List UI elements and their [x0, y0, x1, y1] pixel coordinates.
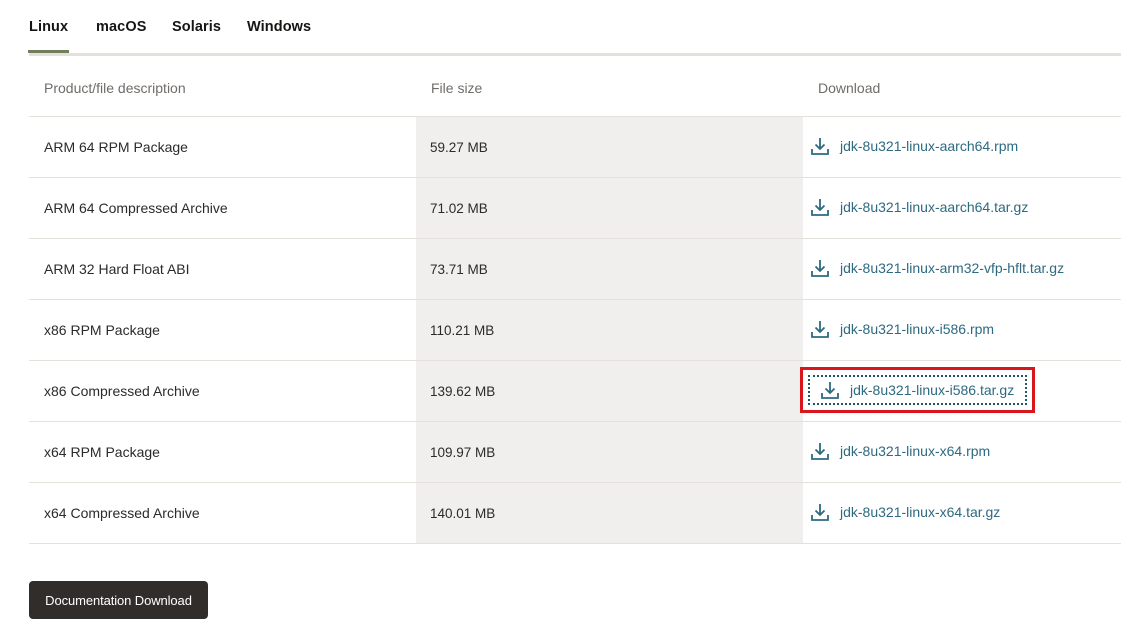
row-file-size: 59.27 MB [416, 116, 803, 178]
download-icon [811, 260, 829, 277]
header-download: Download [818, 79, 881, 96]
row-description: ARM 64 Compressed Archive [29, 177, 416, 239]
row-download-cell: jdk-8u321-linux-aarch64.tar.gz [803, 177, 1121, 239]
row-file-size: 140.01 MB [416, 482, 803, 544]
row-file-size: 109.97 MB [416, 421, 803, 483]
row-download-cell: jdk-8u321-linux-aarch64.rpm [803, 116, 1121, 178]
row-file-size: 139.62 MB [416, 360, 803, 422]
table-row: ARM 64 Compressed Archive 71.02 MB jdk-8… [29, 177, 1121, 239]
table-header-row: Product/file description File size Downl… [29, 59, 1121, 117]
table-row: x64 Compressed Archive 140.01 MB jdk-8u3… [29, 482, 1121, 544]
downloads-table: Product/file description File size Downl… [29, 59, 1121, 544]
downloads-table-container: Product/file description File size Downl… [29, 59, 1121, 544]
download-link-focused[interactable]: jdk-8u321-linux-i586.tar.gz [807, 374, 1028, 406]
row-file-size: 71.02 MB [416, 177, 803, 239]
documentation-download-button[interactable]: Documentation Download [29, 581, 208, 619]
os-tab-bar: Linux macOS Solaris Windows [27, 0, 1121, 56]
row-description: x86 RPM Package [29, 299, 416, 361]
download-link[interactable]: jdk-8u321-linux-i586.rpm [803, 313, 1000, 345]
table-row: ARM 32 Hard Float ABI 73.71 MB jdk-8u321… [29, 238, 1121, 300]
row-description: x86 Compressed Archive [29, 360, 416, 422]
row-description: x64 RPM Package [29, 421, 416, 483]
header-file-size: File size [431, 79, 483, 96]
download-link[interactable]: jdk-8u321-linux-x64.rpm [803, 435, 996, 467]
table-row: x86 Compressed Archive 139.62 MB jdk-8u3… [29, 360, 1121, 422]
download-icon [821, 382, 839, 399]
download-filename: jdk-8u321-linux-aarch64.tar.gz [840, 199, 1029, 215]
row-description: x64 Compressed Archive [29, 482, 416, 544]
tab-solaris[interactable]: Solaris [172, 19, 221, 35]
download-icon [811, 199, 829, 216]
row-download-cell: jdk-8u321-linux-x64.tar.gz [803, 482, 1121, 544]
download-icon [811, 443, 829, 460]
table-row: x86 RPM Package 110.21 MB jdk-8u321-linu… [29, 299, 1121, 361]
download-filename: jdk-8u321-linux-x64.tar.gz [840, 504, 1001, 520]
tab-windows[interactable]: Windows [247, 19, 311, 35]
download-icon [811, 504, 829, 521]
row-download-cell: jdk-8u321-linux-arm32-vfp-hflt.tar.gz [803, 238, 1121, 300]
table-row: ARM 64 RPM Package 59.27 MB jdk-8u321-li… [29, 116, 1121, 178]
row-file-size: 110.21 MB [416, 299, 803, 361]
tab-linux[interactable]: Linux [27, 19, 70, 53]
download-link[interactable]: jdk-8u321-linux-aarch64.tar.gz [803, 191, 1034, 223]
header-description: Product/file description [44, 79, 186, 96]
row-download-cell: jdk-8u321-linux-x64.rpm [803, 421, 1121, 483]
download-filename: jdk-8u321-linux-i586.rpm [840, 321, 995, 337]
row-description: ARM 64 RPM Package [29, 116, 416, 178]
tab-macos[interactable]: macOS [96, 19, 146, 35]
download-filename: jdk-8u321-linux-aarch64.rpm [840, 138, 1019, 154]
download-link[interactable]: jdk-8u321-linux-arm32-vfp-hflt.tar.gz [803, 252, 1070, 284]
download-filename: jdk-8u321-linux-i586.tar.gz [850, 382, 1015, 398]
row-file-size: 73.71 MB [416, 238, 803, 300]
download-icon [811, 321, 829, 338]
download-icon [811, 138, 829, 155]
download-link[interactable]: jdk-8u321-linux-aarch64.rpm [803, 130, 1024, 162]
row-description: ARM 32 Hard Float ABI [29, 238, 416, 300]
row-download-cell: jdk-8u321-linux-i586.rpm [803, 299, 1121, 361]
download-filename: jdk-8u321-linux-x64.rpm [840, 443, 991, 459]
table-row: x64 RPM Package 109.97 MB jdk-8u321-linu… [29, 421, 1121, 483]
download-filename: jdk-8u321-linux-arm32-vfp-hflt.tar.gz [840, 260, 1065, 276]
download-link[interactable]: jdk-8u321-linux-x64.tar.gz [803, 496, 1006, 528]
row-download-cell: jdk-8u321-linux-i586.tar.gz [803, 360, 1121, 422]
